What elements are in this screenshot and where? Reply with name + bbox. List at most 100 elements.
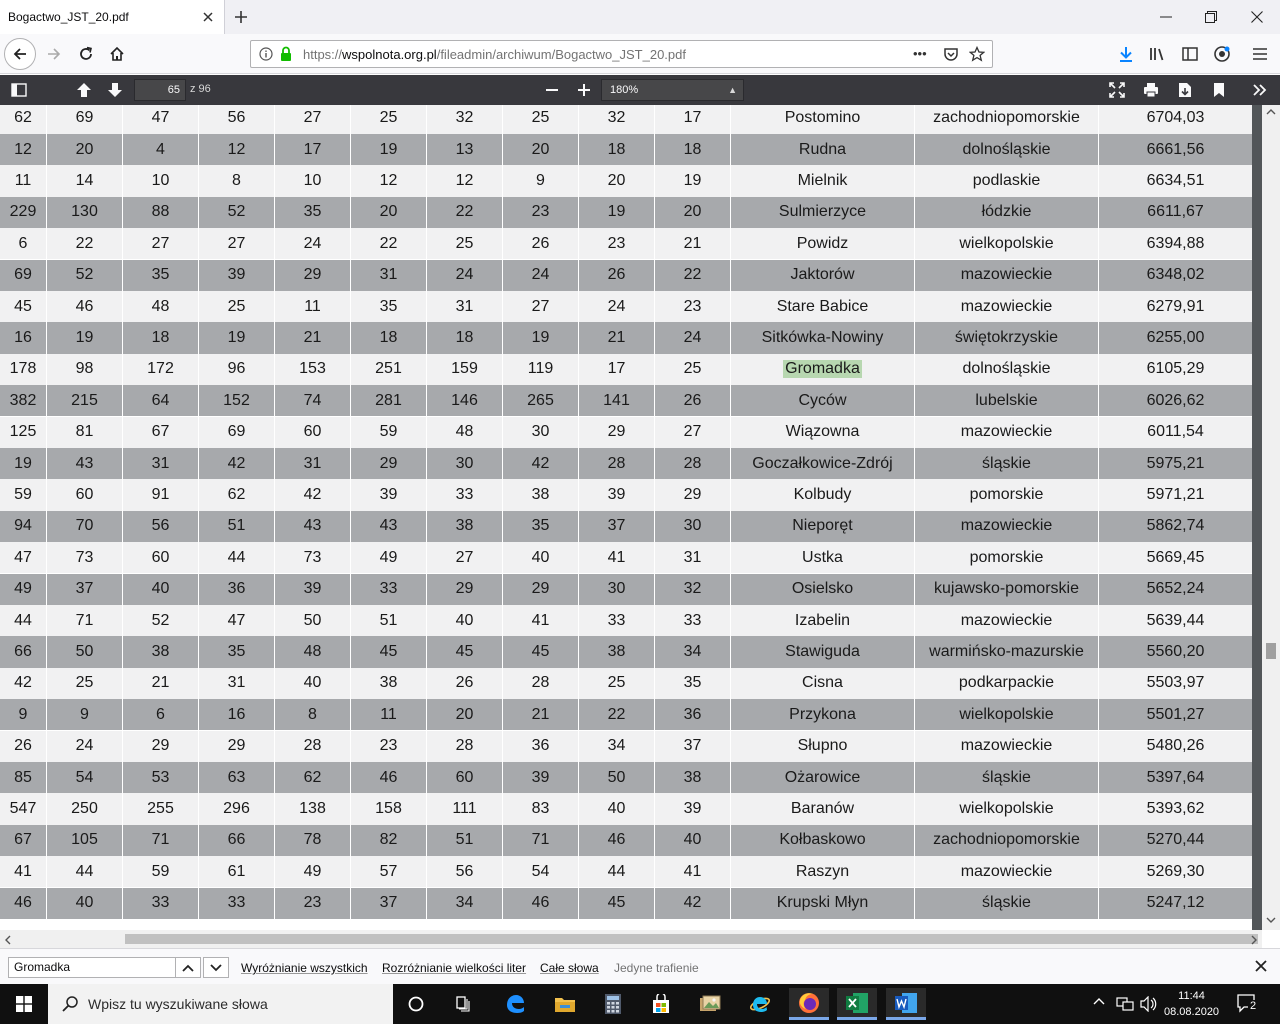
- rank-cell: 52: [199, 196, 275, 229]
- calculator-icon[interactable]: [593, 988, 633, 1020]
- presentation-mode-icon[interactable]: [1106, 79, 1128, 101]
- forward-icon[interactable]: [38, 38, 70, 70]
- account-icon[interactable]: [1206, 38, 1238, 70]
- cell-text: 5270,44: [1146, 831, 1205, 849]
- notifications-icon[interactable]: 2: [1236, 992, 1259, 1014]
- back-icon[interactable]: [4, 38, 36, 70]
- rank-cell: 35: [503, 510, 579, 543]
- rank-cell: 38: [503, 479, 579, 511]
- scroll-down-icon[interactable]: [1266, 917, 1276, 923]
- cell-text: 61: [227, 862, 246, 880]
- url-bar[interactable]: https://wspolnota.org.pl/fileadmin/archi…: [250, 40, 993, 68]
- rank-cell: 59: [351, 416, 427, 448]
- taskbar-search[interactable]: Wpisz tu wyszukiwane słowa: [48, 984, 393, 1024]
- cell-text: 40: [303, 674, 322, 692]
- info-icon[interactable]: [259, 47, 273, 61]
- restore-icon[interactable]: [1188, 0, 1234, 34]
- rank-cell: 40: [123, 573, 199, 605]
- tab-pdf[interactable]: Bogactwo_JST_20.pdf: [0, 0, 225, 34]
- highlight-all-toggle[interactable]: Wyróżnianie wszystkich: [241, 961, 368, 975]
- page-number-input[interactable]: 65: [134, 79, 186, 101]
- firefox-icon[interactable]: [789, 988, 829, 1020]
- pocket-icon[interactable]: [943, 46, 959, 62]
- rank-cell: 51: [351, 604, 427, 637]
- next-page-icon[interactable]: [104, 79, 126, 101]
- close-window-icon[interactable]: [1234, 0, 1280, 34]
- close-tab-icon[interactable]: [200, 9, 216, 25]
- zoom-out-icon[interactable]: [541, 79, 563, 101]
- bookmark-star-icon[interactable]: [969, 46, 985, 62]
- bookmark-icon[interactable]: [1208, 79, 1230, 101]
- clock[interactable]: 11:44 08.08.2020: [1164, 988, 1219, 1020]
- home-icon[interactable]: [101, 38, 133, 70]
- cell-text: 74: [303, 391, 322, 409]
- rank-cell: 138: [275, 793, 351, 825]
- windows-start-icon[interactable]: [4, 988, 44, 1020]
- print-icon[interactable]: [1140, 79, 1162, 101]
- page-actions-icon[interactable]: •••: [913, 46, 927, 61]
- menu-icon[interactable]: [1244, 38, 1276, 70]
- voivodeship-cell: mazowieckie: [915, 730, 1099, 762]
- internet-explorer-icon[interactable]: [740, 988, 780, 1020]
- vertical-scroll-thumb[interactable]: [1266, 643, 1276, 659]
- voivodeship-cell: mazowieckie: [915, 290, 1099, 323]
- file-explorer-icon[interactable]: [545, 988, 585, 1020]
- horizontal-scroll-thumb[interactable]: [125, 934, 1258, 944]
- rank-cell: 40: [427, 604, 503, 637]
- find-input[interactable]: Gromadka: [8, 957, 176, 978]
- cell-text: 43: [75, 454, 94, 472]
- rank-cell: 19: [199, 322, 275, 354]
- rank-cell: 23: [579, 228, 655, 260]
- horizontal-scrollbar[interactable]: [0, 930, 1262, 948]
- sidebar-icon[interactable]: [1174, 38, 1206, 70]
- close-findbar-icon[interactable]: [1255, 960, 1267, 972]
- scroll-right-icon[interactable]: [1251, 935, 1257, 945]
- cell-text: pomorskie: [969, 548, 1044, 566]
- save-icon[interactable]: [1174, 79, 1196, 101]
- zoom-select[interactable]: 180% ▲: [601, 79, 744, 101]
- cell-text: 24: [531, 266, 550, 284]
- rank-cell: 158: [351, 793, 427, 825]
- edge-icon[interactable]: [495, 988, 535, 1020]
- lock-icon[interactable]: [279, 46, 293, 62]
- downloads-icon[interactable]: [1110, 38, 1142, 70]
- cell-text: 51: [379, 611, 398, 629]
- tools-icon[interactable]: [1249, 79, 1271, 101]
- new-tab-icon[interactable]: [230, 6, 252, 28]
- cortana-icon[interactable]: [396, 988, 436, 1020]
- toggle-sidebar-icon[interactable]: [8, 79, 30, 101]
- pdf-viewer[interactable]: 62 69 47 56 27 25 32 25 32 17 Postomino zachodniopo…: [0, 105, 1280, 930]
- photos-icon[interactable]: [690, 988, 730, 1020]
- scroll-left-icon[interactable]: [5, 935, 11, 945]
- previous-page-icon[interactable]: [73, 79, 95, 101]
- volume-icon[interactable]: [1140, 996, 1158, 1012]
- rank-cell: 31: [427, 290, 503, 323]
- task-view-icon[interactable]: [443, 988, 483, 1020]
- match-case-toggle[interactable]: Rozróżnianie wielkości liter: [382, 961, 526, 975]
- scroll-up-icon[interactable]: [1266, 109, 1276, 115]
- cell-text: 88: [151, 203, 170, 221]
- tray-chevron-icon[interactable]: [1093, 997, 1105, 1005]
- excel-icon[interactable]: [837, 988, 877, 1020]
- word-icon[interactable]: [886, 988, 926, 1020]
- cell-text: mazowieckie: [960, 297, 1053, 315]
- minimize-icon[interactable]: [1143, 0, 1189, 34]
- library-icon[interactable]: [1142, 38, 1174, 70]
- find-next-icon[interactable]: [203, 957, 229, 978]
- cell-text: 158: [375, 799, 402, 817]
- zoom-in-icon[interactable]: [573, 79, 595, 101]
- vertical-scrollbar[interactable]: [1262, 105, 1280, 930]
- cell-text: mazowieckie: [960, 266, 1053, 284]
- tab-title: Bogactwo_JST_20.pdf: [8, 10, 129, 24]
- cell-text: 26: [14, 737, 32, 755]
- network-icon[interactable]: [1116, 996, 1134, 1012]
- reload-icon[interactable]: [70, 38, 102, 70]
- store-icon[interactable]: [641, 988, 681, 1020]
- cell-text: 5503,97: [1146, 674, 1205, 692]
- rank-cell: 36: [503, 730, 579, 762]
- rank-cell: 53: [123, 761, 199, 794]
- rank-cell: 31: [275, 447, 351, 480]
- cell-text: wielkopolskie: [959, 799, 1054, 817]
- whole-words-toggle[interactable]: Całe słowa: [540, 961, 599, 975]
- find-previous-icon[interactable]: [175, 957, 201, 978]
